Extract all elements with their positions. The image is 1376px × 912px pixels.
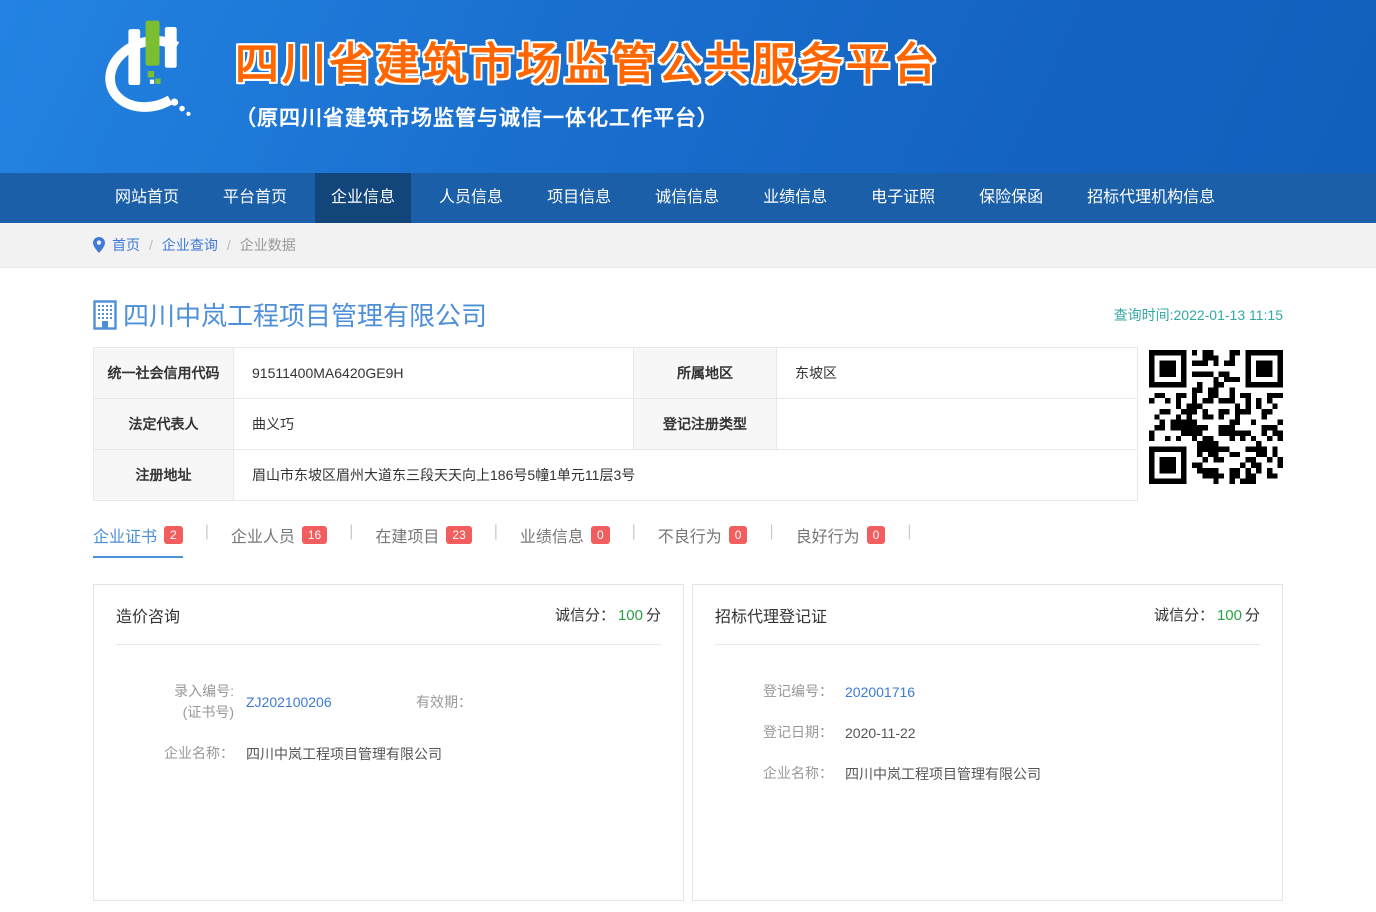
field-row: 企业名称： 四川中岚工程项目管理有限公司	[116, 743, 661, 764]
tab-performance-info[interactable]: 业绩信息 0	[520, 523, 610, 558]
credit-score-value: 100	[1217, 607, 1242, 624]
nav-item-credit-info[interactable]: 诚信信息	[639, 173, 735, 223]
registration-no-label: 登记编号：	[715, 681, 833, 702]
site-title: 四川省建筑市场监管公共服务平台	[235, 28, 940, 92]
certificate-cards: 造价咨询 诚信分：100分 录入编号: (证书号) ZJ202100206 有效…	[93, 584, 1283, 901]
breadcrumb-separator: /	[149, 237, 153, 253]
breadcrumb-company-search[interactable]: 企业查询	[162, 235, 218, 255]
location-pin-icon	[93, 237, 105, 253]
company-name-label: 企业名称：	[715, 763, 833, 784]
field-row: 登记日期： 2020-11-22	[715, 722, 1260, 743]
table-row: 法定代表人 曲义巧 登记注册类型	[94, 399, 1138, 450]
nav-item-project-info[interactable]: 项目信息	[531, 173, 627, 223]
registration-type-value	[777, 399, 1138, 450]
site-header: 四川省建筑市场监管公共服务平台 （原四川省建筑市场监管与诚信一体化工作平台）	[0, 0, 1376, 173]
field-row: 录入编号: (证书号) ZJ202100206 有效期：	[116, 681, 661, 723]
count-badge: 2	[164, 526, 183, 544]
credit-code-value: 91511400MA6420GE9H	[234, 348, 634, 399]
field-label: 法定代表人	[94, 399, 234, 450]
main-content: 四川中岚工程项目管理有限公司 查询时间:2022-01-13 11:15 统一社…	[93, 296, 1283, 912]
validity-label: 有效期：	[416, 692, 472, 713]
site-subtitle: （原四川省建筑市场监管与诚信一体化工作平台）	[235, 102, 940, 132]
nav-item-personnel-info[interactable]: 人员信息	[423, 173, 519, 223]
field-row: 企业名称： 四川中岚工程项目管理有限公司	[715, 763, 1260, 784]
company-info-table: 统一社会信用代码 91511400MA6420GE9H 所属地区 东坡区 法定代…	[93, 347, 1138, 501]
registered-address-value: 眉山市东坡区眉州大道东三段天天向上186号5幢1单元11层3号	[234, 450, 1138, 501]
site-logo-icon	[93, 12, 211, 130]
nav-item-e-certificate[interactable]: 电子证照	[855, 173, 951, 223]
credit-score: 诚信分：100分	[1154, 604, 1260, 625]
field-label: 统一社会信用代码	[94, 348, 234, 399]
count-badge: 23	[446, 526, 471, 544]
tab-separator: |	[494, 523, 498, 541]
company-name: 四川中岚工程项目管理有限公司	[123, 296, 487, 333]
tab-bar: 企业证书 2 | 企业人员 16 | 在建项目 23 | 业绩信息 0 | 不良…	[93, 523, 1283, 558]
field-row: 登记编号： 202001716	[715, 681, 1260, 702]
tab-separator: |	[769, 523, 773, 541]
table-row: 注册地址 眉山市东坡区眉州大道东三段天天向上186号5幢1单元11层3号	[94, 450, 1138, 501]
tab-separator: |	[205, 523, 209, 541]
tab-separator: |	[907, 523, 911, 541]
table-row: 统一社会信用代码 91511400MA6420GE9H 所属地区 东坡区	[94, 348, 1138, 399]
breadcrumb-separator: /	[227, 237, 231, 253]
tab-bad-behavior[interactable]: 不良行为 0	[658, 523, 748, 558]
qr-code	[1149, 350, 1283, 484]
card-cost-consulting: 造价咨询 诚信分：100分 录入编号: (证书号) ZJ202100206 有效…	[93, 584, 684, 901]
nav-item-platform-home[interactable]: 平台首页	[207, 173, 303, 223]
building-icon	[93, 300, 117, 330]
district-value: 东坡区	[777, 348, 1138, 399]
company-name-value: 四川中岚工程项目管理有限公司	[845, 764, 1041, 784]
company-name-value: 四川中岚工程项目管理有限公司	[246, 744, 442, 764]
credit-score-value: 100	[618, 607, 643, 624]
field-label: 登记注册类型	[634, 399, 777, 450]
tab-good-behavior[interactable]: 良好行为 0	[796, 523, 886, 558]
tab-projects-under-construction[interactable]: 在建项目 23	[375, 523, 471, 558]
breadcrumb-current: 企业数据	[240, 235, 296, 255]
query-time: 查询时间:2022-01-13 11:15	[1114, 305, 1283, 325]
nav-item-site-home[interactable]: 网站首页	[99, 173, 195, 223]
company-name-label: 企业名称：	[116, 743, 234, 764]
tab-enterprise-certificates[interactable]: 企业证书 2	[93, 523, 183, 558]
registration-no-link[interactable]: 202001716	[845, 684, 915, 700]
nav-item-enterprise-info[interactable]: 企业信息	[315, 173, 411, 223]
card-title: 招标代理登记证	[715, 603, 827, 627]
credit-score: 诚信分：100分	[555, 604, 661, 625]
main-nav: 网站首页 平台首页 企业信息 人员信息 项目信息 诚信信息 业绩信息 电子证照 …	[0, 173, 1376, 223]
page: 四川省建筑市场监管公共服务平台 （原四川省建筑市场监管与诚信一体化工作平台） 网…	[0, 0, 1376, 912]
legal-representative-value: 曲义巧	[234, 399, 634, 450]
registration-date-label: 登记日期：	[715, 722, 833, 743]
nav-item-performance-info[interactable]: 业绩信息	[747, 173, 843, 223]
tab-enterprise-personnel[interactable]: 企业人员 16	[231, 523, 327, 558]
field-label: 所属地区	[634, 348, 777, 399]
registration-date-value: 2020-11-22	[845, 725, 916, 741]
breadcrumb: 首页 / 企业查询 / 企业数据	[0, 223, 1376, 268]
card-title: 造价咨询	[116, 603, 180, 627]
count-badge: 0	[729, 526, 748, 544]
entry-no-link[interactable]: ZJ202100206	[246, 694, 416, 710]
count-badge: 0	[867, 526, 886, 544]
count-badge: 0	[591, 526, 610, 544]
tab-separator: |	[349, 523, 353, 541]
card-bidding-agency-registration: 招标代理登记证 诚信分：100分 登记编号： 202001716 登记日期： 2…	[692, 584, 1283, 901]
nav-item-bidding-agency-info[interactable]: 招标代理机构信息	[1071, 173, 1231, 223]
breadcrumb-home[interactable]: 首页	[112, 235, 140, 255]
nav-item-insurance-guarantee[interactable]: 保险保函	[963, 173, 1059, 223]
tab-separator: |	[632, 523, 636, 541]
entry-no-label: 录入编号: (证书号)	[116, 681, 234, 723]
field-label: 注册地址	[94, 450, 234, 501]
count-badge: 16	[302, 526, 327, 544]
